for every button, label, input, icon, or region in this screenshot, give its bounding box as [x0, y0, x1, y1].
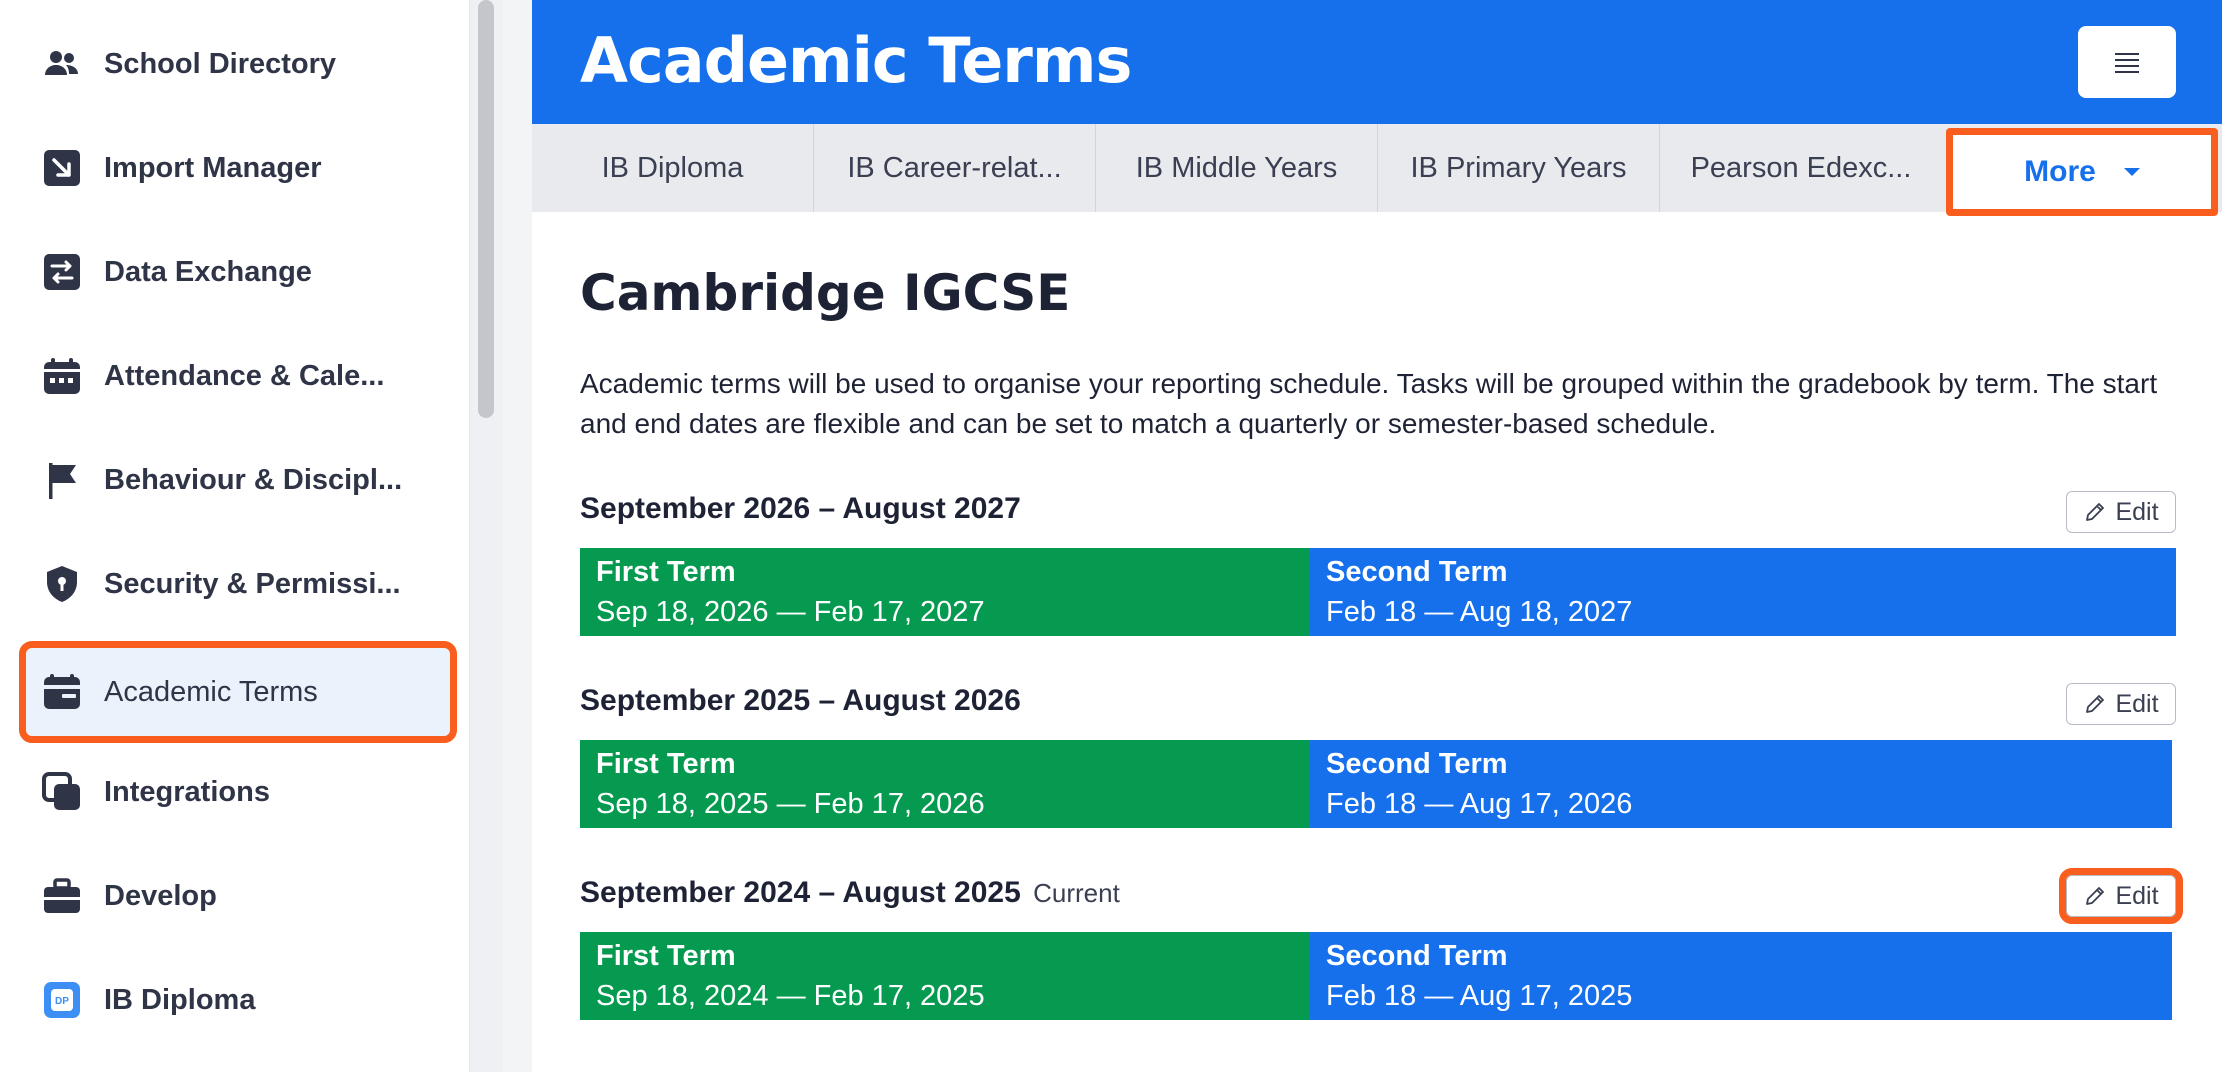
people-icon [42, 44, 82, 84]
term-block-second[interactable]: Second Term Feb 18 — Aug 17, 2026 [1310, 740, 2172, 828]
hamburger-icon [2115, 53, 2139, 73]
pencil-icon [2086, 695, 2105, 713]
terms-card-icon [42, 672, 82, 712]
main-panel: Academic Terms IB Diploma IB Career-rela… [532, 0, 2222, 1072]
term-dates: Sep 18, 2025 — Feb 17, 2026 [596, 788, 985, 820]
year-range: September 2025 – August 2026 [580, 684, 1021, 717]
page-title: Academic Terms [580, 24, 1132, 97]
exchange-icon [42, 252, 82, 292]
year-range: September 2026 – August 2027 [580, 492, 1021, 525]
sidebar-item-label: Security & Permissi... [104, 567, 401, 600]
edit-button[interactable]: Edit [2066, 491, 2176, 533]
edit-label: Edit [2115, 497, 2159, 526]
flag-icon [42, 460, 82, 500]
tab-ib-primary-years[interactable]: IB Primary Years [1378, 124, 1660, 212]
tab-more-dropdown[interactable]: More [1946, 128, 2218, 216]
edit-label: Edit [2115, 881, 2159, 910]
briefcase-icon [42, 876, 82, 916]
sidebar-item-label: Integrations [104, 775, 270, 808]
sidebar-item-ib-diploma[interactable]: DP IB Diploma [26, 956, 450, 1044]
sidebar-item-develop[interactable]: Develop [26, 852, 450, 940]
term-dates: Feb 18 — Aug 17, 2025 [1326, 980, 1633, 1012]
sidebar-item-attendance-calendar[interactable]: Attendance & Cale... [26, 332, 450, 420]
sidebar-item-security-permissions[interactable]: Security & Permissi... [26, 540, 450, 628]
term-name: First Term [596, 940, 736, 972]
page-header: Academic Terms [532, 0, 2222, 124]
section-description: Academic terms will be used to organise … [580, 368, 2158, 439]
term-name: Second Term [1326, 940, 1508, 972]
year-range: September 2024 – August 2025 [580, 876, 1021, 909]
term-block-first[interactable]: First Term Sep 18, 2024 — Feb 17, 2025 [580, 932, 1310, 1020]
more-label: More [2024, 155, 2096, 188]
menu-button[interactable] [2078, 26, 2176, 98]
sidebar-scrollbar-thumb[interactable] [478, 0, 494, 418]
term-name: Second Term [1326, 556, 1508, 588]
sidebar-item-academic-terms[interactable]: Academic Terms [19, 641, 457, 743]
section-title: Cambridge IGCSE [580, 264, 1071, 322]
sidebar-item-import-manager[interactable]: Import Manager [26, 124, 450, 212]
edit-button[interactable]: Edit [2066, 683, 2176, 725]
term-block-first[interactable]: First Term Sep 18, 2026 — Feb 17, 2027 [580, 548, 1310, 636]
year-heading: September 2025 – August 2026 [580, 684, 1021, 718]
sidebar-item-label: Develop [104, 879, 217, 912]
pencil-icon [2086, 503, 2105, 521]
sidebar-item-label: Academic Terms [104, 675, 318, 708]
term-dates: Sep 18, 2024 — Feb 17, 2025 [596, 980, 985, 1012]
term-bar: First Term Sep 18, 2025 — Feb 17, 2026 S… [580, 740, 2172, 828]
term-dates: Sep 18, 2026 — Feb 17, 2027 [596, 596, 985, 628]
term-name: First Term [596, 748, 736, 780]
term-block-second[interactable]: Second Term Feb 18 — Aug 18, 2027 [1310, 548, 2176, 636]
sidebar-item-integrations[interactable]: Integrations [26, 748, 450, 836]
sidebar: School Directory Import Manager Data Exc… [0, 0, 470, 1072]
current-badge: Current [1033, 878, 1120, 908]
import-arrow-icon [42, 148, 82, 188]
term-bar: First Term Sep 18, 2026 — Feb 17, 2027 S… [580, 548, 2176, 636]
sidebar-item-label: IB Diploma [104, 983, 256, 1016]
sidebar-item-label: Import Manager [104, 151, 322, 184]
edit-label: Edit [2115, 689, 2159, 718]
term-name: First Term [596, 556, 736, 588]
year-heading: September 2026 – August 2027 [580, 492, 1021, 526]
sidebar-item-label: School Directory [104, 47, 337, 80]
integrations-icon [42, 772, 82, 812]
svg-text:DP: DP [55, 996, 69, 1007]
sidebar-item-label: Data Exchange [104, 255, 312, 288]
sidebar-item-behaviour-discipline[interactable]: Behaviour & Discipl... [26, 436, 450, 524]
edit-button[interactable]: Edit [2059, 868, 2183, 924]
pencil-icon [2086, 887, 2105, 905]
term-block-second[interactable]: Second Term Feb 18 — Aug 17, 2025 [1310, 932, 2172, 1020]
year-heading: September 2024 – August 2025 Current [580, 876, 1120, 910]
sidebar-item-school-directory[interactable]: School Directory [26, 20, 450, 108]
shield-icon [42, 564, 82, 604]
sidebar-item-label: Behaviour & Discipl... [104, 463, 403, 496]
tab-ib-middle-years[interactable]: IB Middle Years [1096, 124, 1378, 212]
term-name: Second Term [1326, 748, 1508, 780]
term-dates: Feb 18 — Aug 17, 2026 [1326, 788, 1633, 820]
tab-ib-diploma[interactable]: IB Diploma [532, 124, 814, 212]
tab-ib-career-related[interactable]: IB Career-relat... [814, 124, 1096, 212]
term-bar: First Term Sep 18, 2024 — Feb 17, 2025 S… [580, 932, 2172, 1020]
calendar-icon [42, 356, 82, 396]
term-dates: Feb 18 — Aug 18, 2027 [1326, 596, 1633, 628]
dp-badge-icon: DP [42, 980, 82, 1020]
sidebar-item-data-exchange[interactable]: Data Exchange [26, 228, 450, 316]
sidebar-item-label: Attendance & Cale... [104, 359, 385, 392]
caret-down-icon [2123, 168, 2140, 176]
term-block-first[interactable]: First Term Sep 18, 2025 — Feb 17, 2026 [580, 740, 1310, 828]
tab-pearson-edexcel[interactable]: Pearson Edexc... [1660, 124, 1942, 212]
